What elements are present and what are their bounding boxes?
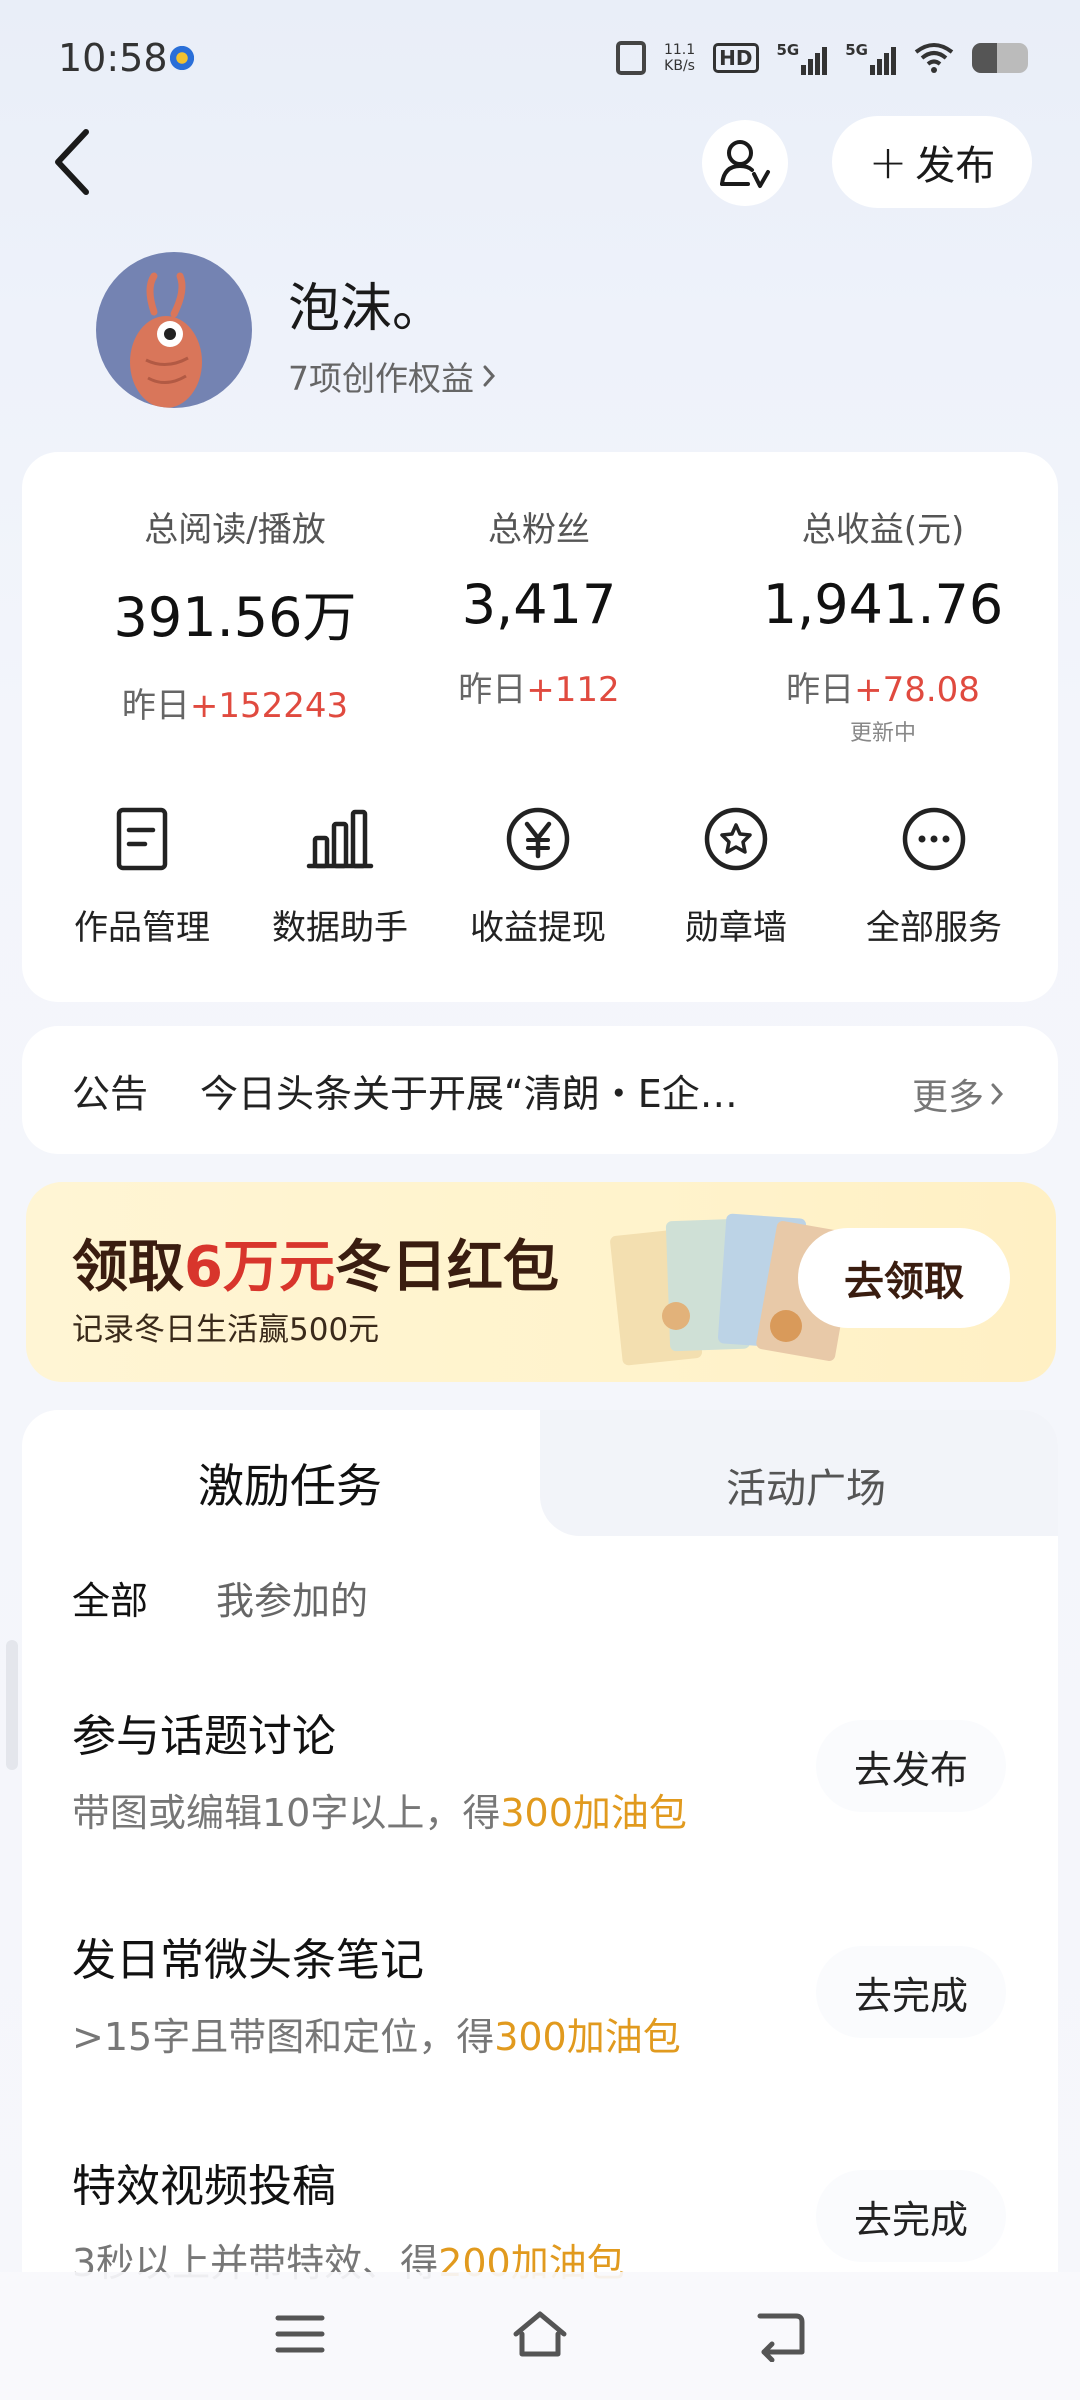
stat-total-fans[interactable]: 总粉丝 3,417 昨日+112 bbox=[374, 502, 704, 711]
side-drawer-handle[interactable] bbox=[6, 1640, 18, 1770]
battery-icon bbox=[972, 43, 1028, 73]
task-publish-button[interactable]: 去发布 bbox=[816, 1720, 1006, 1812]
follow-user-button[interactable] bbox=[702, 120, 788, 206]
signal-label: 5G bbox=[776, 41, 800, 59]
announcement-text[interactable]: 今日头条关于开展“清朗・E企… bbox=[200, 1063, 820, 1118]
stat-delta-value: +78.08 bbox=[854, 670, 980, 710]
creator-rights-label: 7项创作权益 bbox=[288, 359, 474, 398]
username: 泡沫。 bbox=[288, 279, 445, 339]
menu-icon[interactable] bbox=[270, 2306, 330, 2362]
network-speed-value: 11.1 bbox=[663, 42, 696, 58]
tab-activity-square[interactable]: 活动广场 bbox=[726, 1456, 886, 1514]
signal-label-2: 5G bbox=[845, 41, 868, 59]
publish-label: 发布 bbox=[915, 143, 996, 189]
shortcut-medal-wall[interactable]: 勋章墙 bbox=[636, 804, 836, 949]
task-reward: 300加油包 bbox=[500, 1791, 687, 1835]
hd-icon: HD bbox=[713, 43, 759, 73]
task-desc-text: 带图或编辑10字以上，得 bbox=[72, 1791, 501, 1835]
shortcut-label: 作品管理 bbox=[74, 908, 210, 948]
plus-icon: + bbox=[868, 135, 908, 189]
claim-button[interactable]: 去领取 bbox=[798, 1228, 1010, 1328]
winter-red-packet-banner[interactable]: 领取6万元冬日红包 记录冬日生活赢500元 去领取 bbox=[26, 1182, 1056, 1382]
stat-delta-prefix: 昨日 bbox=[121, 686, 190, 726]
stat-delta-value: +112 bbox=[526, 670, 620, 710]
shortcut-label: 收益提现 bbox=[470, 908, 606, 948]
status-indicators: 11.1 KB/s HD 5G 5G bbox=[615, 38, 1028, 78]
status-bar: 10:58 11.1 KB/s HD 5G 5G bbox=[0, 0, 1080, 120]
medal-icon bbox=[704, 807, 768, 871]
stat-total-reads[interactable]: 总阅读/播放 391.56万 昨日+152243 bbox=[70, 502, 400, 727]
back-icon[interactable] bbox=[750, 2306, 810, 2362]
back-button[interactable] bbox=[44, 124, 104, 200]
stat-delta: 昨日+112 bbox=[374, 662, 704, 711]
creator-rights-link[interactable]: 7项创作权益 bbox=[288, 352, 498, 400]
stat-delta-value: +152243 bbox=[189, 686, 349, 726]
bar-chart-icon bbox=[306, 809, 374, 869]
shortcut-data-assistant[interactable]: 数据助手 bbox=[240, 804, 440, 949]
user-verified-icon bbox=[720, 140, 770, 188]
chevron-right-icon bbox=[483, 365, 496, 387]
stat-total-income[interactable]: 总收益(元) 1,941.76 昨日+78.08 更新中 bbox=[718, 502, 1048, 747]
stat-value: 391.56万 bbox=[113, 586, 357, 649]
signal-icon: 5G bbox=[777, 41, 828, 75]
stat-delta: 昨日+152243 bbox=[70, 678, 400, 727]
more-label: 更多 bbox=[911, 1077, 984, 1118]
home-icon[interactable] bbox=[510, 2306, 570, 2362]
status-time: 10:58 bbox=[58, 36, 168, 80]
stat-delta-prefix: 昨日 bbox=[786, 670, 855, 710]
announcement-tag: 公告 bbox=[72, 1071, 149, 1116]
signal-icon-2: 5G bbox=[845, 41, 896, 75]
stat-label: 总阅读/播放 bbox=[144, 510, 326, 550]
banner-subtitle: 记录冬日生活赢500元 bbox=[72, 1312, 380, 1348]
shortcut-all-services[interactable]: 全部服务 bbox=[834, 804, 1034, 949]
task-complete-button[interactable]: 去完成 bbox=[816, 1946, 1006, 2038]
banner-title-post: 冬日红包 bbox=[334, 1235, 559, 1300]
filter-joined[interactable]: 我参加的 bbox=[216, 1570, 368, 1625]
tab-incentive-tasks[interactable]: 激励任务 bbox=[198, 1450, 382, 1516]
shortcut-label: 勋章墙 bbox=[685, 908, 787, 948]
network-speed-unit: KB/s bbox=[664, 58, 695, 74]
avatar-shrimp-image bbox=[130, 272, 202, 408]
stat-updating-note: 更新中 bbox=[849, 721, 916, 746]
task-reward: 300加油包 bbox=[494, 2015, 681, 2059]
stat-label: 总粉丝 bbox=[488, 510, 590, 550]
stat-value: 1,941.76 bbox=[762, 573, 1004, 636]
banner-title-pre: 领取 bbox=[72, 1235, 184, 1300]
wifi-icon bbox=[914, 43, 954, 73]
shortcut-label: 全部服务 bbox=[866, 908, 1002, 948]
shortcut-income-withdraw[interactable]: 收益提现 bbox=[438, 804, 638, 949]
banner-title-highlight: 6万元 bbox=[184, 1235, 335, 1300]
system-navigation-bar bbox=[0, 2272, 1080, 2400]
task-complete-button[interactable]: 去完成 bbox=[816, 2170, 1006, 2262]
filter-all[interactable]: 全部 bbox=[72, 1570, 148, 1625]
vibrate-icon bbox=[615, 41, 646, 75]
stat-delta: 昨日+78.08 bbox=[718, 662, 1048, 711]
stats-card: 总阅读/播放 391.56万 昨日+152243 总粉丝 3,417 昨日+11… bbox=[22, 452, 1058, 1002]
stat-label: 总收益(元) bbox=[801, 510, 965, 550]
banner-title: 领取6万元冬日红包 bbox=[72, 1222, 559, 1303]
network-speed: 11.1 KB/s bbox=[664, 42, 695, 74]
shortcut-label: 数据助手 bbox=[272, 908, 408, 948]
more-icon bbox=[902, 807, 966, 871]
avatar[interactable] bbox=[96, 252, 252, 408]
shortcut-works-management[interactable]: 作品管理 bbox=[42, 804, 242, 949]
chevron-right-icon bbox=[991, 1083, 1004, 1105]
publish-button[interactable]: + 发布 bbox=[832, 116, 1032, 208]
announcement-more-link[interactable]: 更多 bbox=[912, 1068, 1006, 1120]
stat-value: 3,417 bbox=[461, 573, 617, 636]
announcement-bar[interactable]: 公告 今日头条关于开展“清朗・E企… 更多 bbox=[22, 1026, 1058, 1154]
task-desc-text: >15字且带图和定位，得 bbox=[72, 2015, 495, 2059]
yen-icon bbox=[506, 807, 570, 871]
stat-delta-prefix: 昨日 bbox=[458, 670, 527, 710]
document-icon bbox=[116, 807, 168, 871]
app-notification-icon bbox=[168, 44, 196, 72]
